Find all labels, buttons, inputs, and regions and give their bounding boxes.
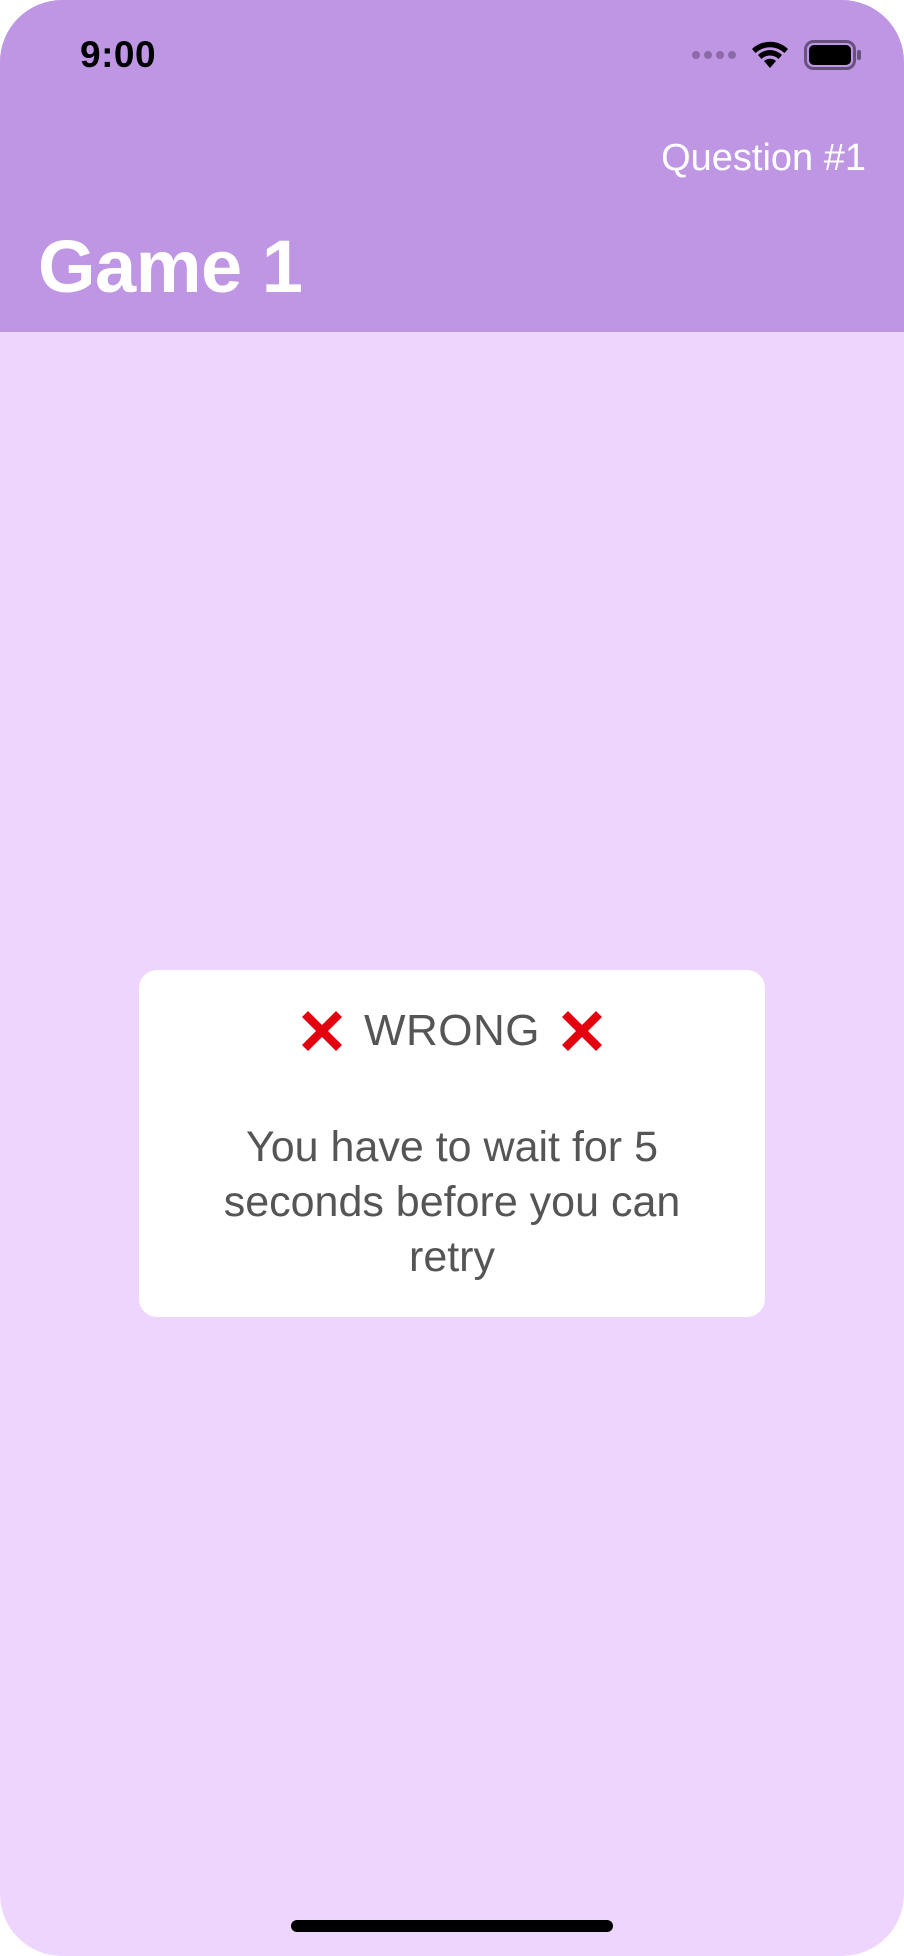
status-icons xyxy=(692,40,862,70)
page-title: Game 1 xyxy=(38,225,303,308)
x-icon xyxy=(556,1005,608,1057)
status-time: 9:00 xyxy=(80,34,157,75)
wifi-icon xyxy=(750,40,790,70)
battery-icon xyxy=(804,40,862,70)
navigation-bar: 9:00 Question #1 Game 1 xyxy=(0,0,904,332)
cellular-signal-icon xyxy=(692,51,736,59)
alert-title: WRONG xyxy=(363,1006,541,1055)
home-indicator[interactable] xyxy=(291,1920,613,1932)
alert-title-row: WRONG xyxy=(139,1005,765,1057)
screen: 9:00 Question #1 Game 1 WRONG You have t… xyxy=(0,0,904,1956)
question-number-label: Question #1 xyxy=(661,137,866,179)
alert-message: You have to wait for 5 seconds before yo… xyxy=(223,1123,681,1281)
x-icon xyxy=(296,1005,348,1057)
wrong-answer-alert: WRONG You have to wait for 5 seconds bef… xyxy=(139,970,765,1317)
